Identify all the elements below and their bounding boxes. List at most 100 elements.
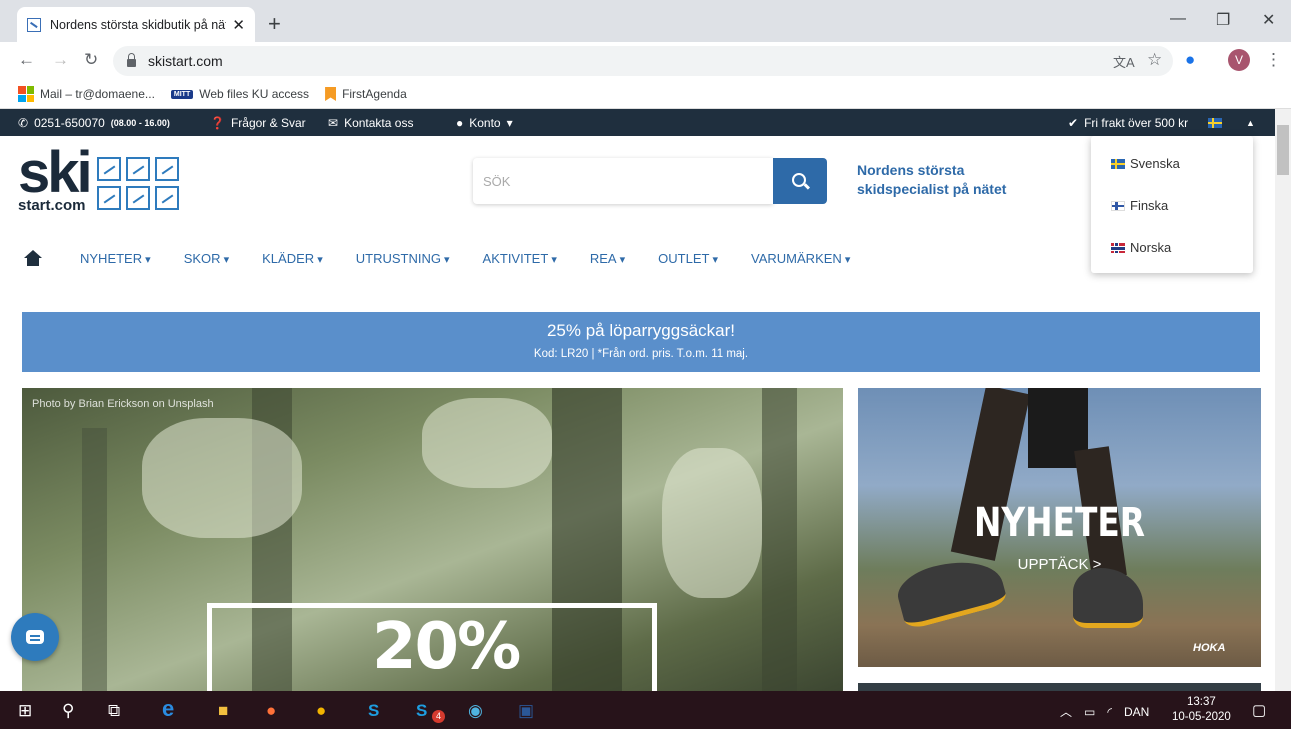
restore-button[interactable]: ❐ xyxy=(1216,10,1230,30)
new-tab-button[interactable]: + xyxy=(268,11,281,37)
page-scrollbar[interactable] xyxy=(1275,109,1291,691)
word-icon[interactable]: ▣ xyxy=(518,701,534,721)
edge-icon[interactable]: e xyxy=(162,696,174,722)
chrome-icon[interactable]: ● xyxy=(316,701,326,721)
contact-label: Kontakta oss xyxy=(344,116,414,130)
chat-button[interactable] xyxy=(11,613,59,661)
bookmark-label: FirstAgenda xyxy=(342,87,407,101)
extension-icon[interactable]: ● xyxy=(1185,50,1195,70)
lock-icon xyxy=(127,53,136,67)
nav-item-skor[interactable]: SKOR xyxy=(184,251,229,266)
browser-tab[interactable]: Nordens största skidbutik på nät ✕ xyxy=(17,7,255,42)
skier-icon xyxy=(126,186,150,210)
hero-banner[interactable]: Photo by Brian Erickson on Unsplash 20% xyxy=(22,388,843,691)
bookmark-label: Web files KU access xyxy=(199,87,310,101)
back-arrow-icon[interactable]: ← xyxy=(18,50,35,70)
account-label: Konto xyxy=(469,116,501,130)
forward-arrow-icon[interactable]: → xyxy=(52,50,69,70)
network-app-icon[interactable]: ◉ xyxy=(468,701,483,721)
language-option-svenska[interactable]: Svenska xyxy=(1111,156,1180,171)
clock-date: 10-05-2020 xyxy=(1172,711,1231,723)
site-favicon-icon xyxy=(27,17,41,32)
language-dropdown: Svenska Finska Norska xyxy=(1091,136,1253,273)
nav-item-aktivitet[interactable]: AKTIVITET xyxy=(483,251,557,266)
firefox-icon[interactable]: ● xyxy=(266,701,276,721)
photo-credit: Photo by Brian Erickson on Unsplash xyxy=(32,398,214,410)
search-button[interactable] xyxy=(773,158,827,204)
taskbar-clock[interactable]: 13:37 10-05-2020 xyxy=(1172,695,1231,725)
language-option-norska[interactable]: Norska xyxy=(1111,240,1171,255)
side-promo-nyheter[interactable]: NYHETER UPPTÄCK > HOKA xyxy=(858,388,1261,667)
site-topbar: ✆ 0251-650070 (08.00 - 16.00) ❓ Frågor &… xyxy=(0,109,1275,136)
faq-label: Frågor & Svar xyxy=(230,116,306,130)
phone-hours: (08.00 - 16.00) xyxy=(110,118,170,128)
language-label: Svenska xyxy=(1130,156,1180,171)
logo-pictograms xyxy=(97,157,179,210)
skier-icon xyxy=(97,157,121,181)
file-explorer-icon[interactable]: ■ xyxy=(218,701,228,721)
nav-item-varumarken[interactable]: VARUMÄRKEN xyxy=(751,251,850,266)
translate-icon[interactable]: 文A xyxy=(1113,52,1135,71)
skype-icon[interactable]: S xyxy=(368,701,379,721)
tray-expand-icon[interactable]: ︿ xyxy=(1060,703,1072,720)
bookmark-firstagenda[interactable]: FirstAgenda xyxy=(325,87,407,101)
hero-light xyxy=(662,448,762,598)
bookmark-star-icon[interactable]: ☆ xyxy=(1147,50,1162,70)
bookmark-mail[interactable]: Mail – tr@domaene... xyxy=(18,86,155,102)
side-promo-link[interactable]: UPPTÄCK > xyxy=(858,556,1261,573)
tab-title: Nordens största skidbutik på nät xyxy=(50,17,227,32)
caret-up-icon: ▲ xyxy=(1246,118,1255,128)
wifi-icon[interactable]: ◜ xyxy=(1107,705,1112,719)
phone-number: 0251-650070 xyxy=(34,116,105,130)
task-view-icon[interactable]: ⧉ xyxy=(108,701,120,721)
hero-tree xyxy=(82,428,107,691)
notifications-icon[interactable]: ▢ xyxy=(1252,701,1266,719)
nav-item-utrustning[interactable]: UTRUSTNING xyxy=(356,251,450,266)
promo-banner[interactable]: 25% på löparryggsäckar! Kod: LR20 | *Frå… xyxy=(22,312,1260,372)
contact-link[interactable]: ✉ Kontakta oss xyxy=(328,116,413,130)
phone-icon: ✆ xyxy=(18,116,29,130)
shoe-image xyxy=(1073,568,1143,628)
chrome-menu-icon[interactable]: ⋮ xyxy=(1265,50,1282,70)
close-window-button[interactable]: ✕ xyxy=(1262,10,1275,30)
faq-link[interactable]: ❓ Frågor & Svar xyxy=(210,116,306,130)
scrollbar-thumb[interactable] xyxy=(1277,125,1289,175)
hero-light xyxy=(142,418,302,538)
nav-item-outlet[interactable]: OUTLET xyxy=(658,251,718,266)
site-slogan: Nordens största skidspecialist på nätet xyxy=(857,162,1007,197)
hero-light xyxy=(422,398,552,488)
account-menu[interactable]: ● Konto ▾ xyxy=(456,116,513,130)
nav-item-nyheter[interactable]: NYHETER xyxy=(80,251,151,266)
language-option-finska[interactable]: Finska xyxy=(1111,198,1168,213)
site-logo[interactable]: ski start.com xyxy=(18,144,179,214)
hero-tree xyxy=(762,388,797,691)
nav-item-klader[interactable]: KLÄDER xyxy=(262,251,323,266)
windows-start-icon[interactable]: ⊞ xyxy=(18,701,32,721)
search-input[interactable]: SÖK xyxy=(473,158,773,204)
bookmark-web-files[interactable]: MITT Web files KU access xyxy=(170,87,310,101)
promo-subline: Kod: LR20 | *Från ord. pris. T.o.m. 11 m… xyxy=(533,348,749,360)
url-text: skistart.com xyxy=(148,53,223,69)
nav-item-rea[interactable]: REA xyxy=(590,251,625,266)
sweden-flag-icon xyxy=(1111,158,1125,169)
skier-icon xyxy=(97,186,121,210)
search-icon[interactable]: ⚲ xyxy=(62,701,74,721)
hero-headline: 20% xyxy=(372,610,521,684)
firstagenda-icon xyxy=(325,87,337,101)
home-icon[interactable] xyxy=(24,250,42,266)
finland-flag-icon xyxy=(1111,200,1125,211)
check-icon: ✔ xyxy=(1068,116,1079,130)
phone-link[interactable]: ✆ 0251-650070 (08.00 - 16.00) xyxy=(18,116,170,130)
skype-business-icon[interactable]: S xyxy=(416,701,427,721)
minimize-button[interactable]: — xyxy=(1170,10,1186,28)
language-toggle[interactable]: ▲ xyxy=(1208,118,1255,128)
input-language[interactable]: DAN xyxy=(1124,705,1149,719)
notification-badge: 4 xyxy=(432,710,445,723)
shipping-label: Fri frakt över 500 kr xyxy=(1084,116,1189,130)
tab-close-icon[interactable]: ✕ xyxy=(232,16,245,34)
address-bar[interactable]: skistart.com xyxy=(113,46,1173,76)
mitt-icon: MITT xyxy=(170,89,194,99)
profile-avatar[interactable]: V xyxy=(1228,49,1250,71)
battery-icon[interactable]: ▭ xyxy=(1084,705,1095,719)
reload-icon[interactable]: ↻ xyxy=(84,50,98,70)
